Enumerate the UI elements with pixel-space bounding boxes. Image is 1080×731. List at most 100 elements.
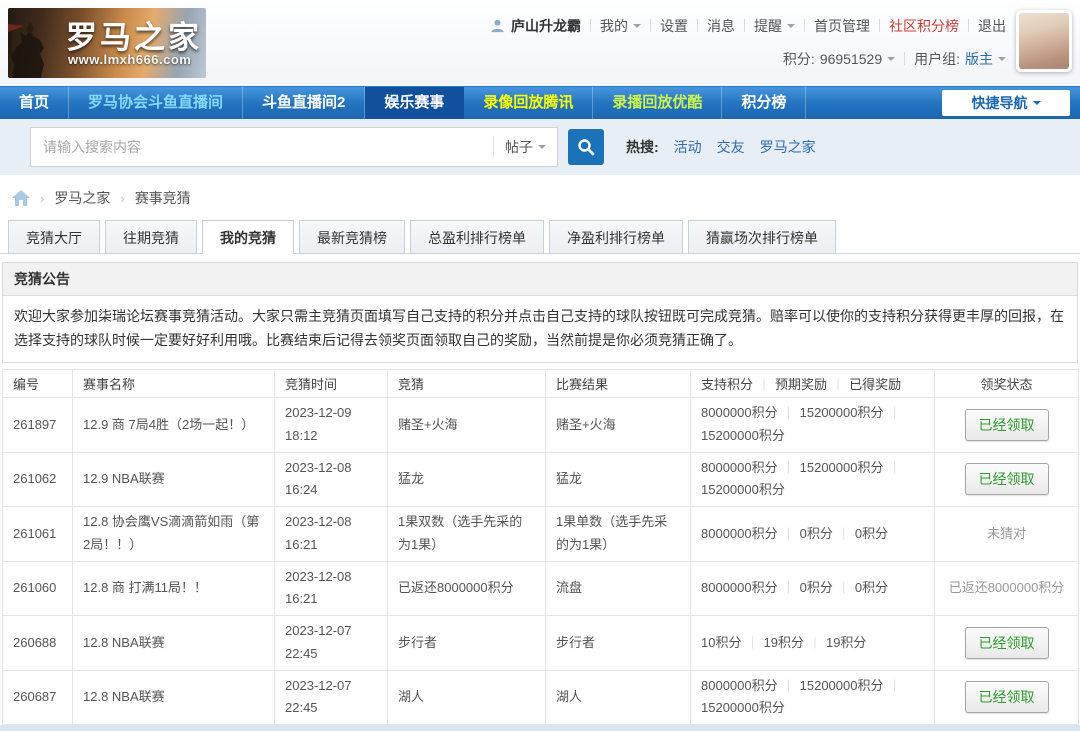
nav-item-entertainment-events[interactable]: 娱乐赛事 [365,87,465,119]
points-label: 积分: [782,50,815,67]
quick-nav-label: 快捷导航 [971,95,1028,111]
cell-status: 未猜对 [934,506,1079,562]
status-not-won: 未猜对 [986,525,1026,541]
tab-total-profit-rank[interactable]: 总盈利排行榜单 [410,220,544,254]
table-row: 261897 12.9 商 7局4胜（2场一起！） 2023-12-09 18:… [2,397,1079,453]
usergroup-value[interactable]: 版主 [965,49,993,69]
cell-time: 2023-12-07 22:45 [274,615,388,671]
cell-guess: 已返还8000000积分 [387,560,546,617]
col-header-id: 编号 [2,369,73,399]
nav-item-replay-youku[interactable]: 录播回放优酷 [593,87,723,119]
tab-past-guesses[interactable]: 往期竞猜 [105,220,197,254]
breadcrumb-current[interactable]: 赛事竞猜 [135,188,191,208]
cell-points: 8000000积分0积分0积分 [690,506,935,562]
menu-messages[interactable]: 消息 [707,16,735,36]
breadcrumb-site[interactable]: 罗马之家 [54,188,110,208]
cell-id: 261060 [2,560,73,617]
cell-result: 湖人 [545,669,691,726]
usergroup-label: 用户组: [914,50,960,67]
cell-status: 已返还8000000积分 [934,560,1079,617]
horse-rider-image [8,22,44,78]
cell-points: 8000000积分15200000积分15200000积分 [690,669,935,726]
home-icon[interactable] [12,190,30,206]
cell-time: 2023-12-09 18:12 [274,397,388,453]
chevron-down-icon [1032,101,1041,109]
col-header-points: 支持积分 预期奖励 已得奖励 [690,369,935,399]
hot-link-activity[interactable]: 活动 [674,137,702,157]
search-type-select[interactable]: 帖子 [493,136,557,158]
chevron-down-icon[interactable] [998,56,1006,65]
search-input[interactable] [31,128,493,166]
site-url: www.lmxh666.com [68,52,192,67]
chevron-down-icon[interactable] [887,56,896,65]
cell-result: 猛龙 [545,451,691,508]
cell-time: 2023-12-08 16:21 [274,560,388,617]
tab-bar: 竞猜大厅 往期竞猜 我的竞猜 最新竞猜榜 总盈利排行榜单 净盈利排行榜单 猜赢场… [0,220,1080,254]
table-header-row: 编号 赛事名称 竞猜时间 竞猜 比赛结果 支持积分 预期奖励 已得奖励 领奖状态 [2,369,1079,399]
nav-item-douyu-live-2[interactable]: 斗鱼直播间2 [243,87,366,119]
points-value: 96951529 [819,50,883,67]
cell-points: 10积分19积分19积分 [690,615,935,671]
menu-logout[interactable]: 退出 [978,16,1006,36]
cell-status: 已经领取 [934,451,1079,508]
cell-event: 12.9 商 7局4胜（2场一起！） [72,397,275,453]
menu-settings[interactable]: 设置 [660,16,688,36]
cell-points: 8000000积分15200000积分15200000积分 [690,397,935,453]
hot-link-friends[interactable]: 交友 [717,137,745,157]
cell-time: 2023-12-07 22:45 [274,669,388,726]
tab-wins-rank[interactable]: 猜赢场次排行榜单 [688,220,836,254]
cell-event: 12.8 协会鹰VS滴滴箭如雨（第2局！！） [72,506,275,562]
col-header-event: 赛事名称 [72,369,275,399]
claimed-button[interactable]: 已经领取 [964,681,1049,714]
menu-alerts[interactable]: 提醒 [754,16,782,36]
cell-event: 12.8 NBA联赛 [72,669,275,726]
username[interactable]: 庐山升龙霸 [511,16,581,36]
status-refunded: 已返还8000000积分 [948,580,1065,596]
nav-item-replay-tencent[interactable]: 录像回放腾讯 [464,87,594,119]
nav-item-home[interactable]: 首页 [0,87,70,119]
col-header-earned: 已得奖励 [849,377,902,393]
search-button[interactable] [568,129,604,165]
cell-id: 261062 [2,451,73,508]
next-section-edge [0,725,1080,731]
cell-result: 步行者 [545,615,691,671]
nav-item-points-leaderboard[interactable]: 积分榜 [722,87,807,119]
site-logo[interactable]: 罗马之家 www.lmxh666.com [8,8,206,78]
cell-result: 赌圣+火海 [545,397,691,453]
cell-guess: 1果双数（选手先采的为1果） [387,506,546,562]
col-header-result: 比赛结果 [545,369,691,399]
tab-net-profit-rank[interactable]: 净盈利排行榜单 [549,220,683,254]
quick-nav-button[interactable]: 快捷导航 [942,90,1070,116]
my-guesses-table: 编号 赛事名称 竞猜时间 竞猜 比赛结果 支持积分 预期奖励 已得奖励 领奖状态 2… [2,369,1079,726]
menu-home-admin[interactable]: 首页管理 [814,16,870,36]
table-row: 261060 12.8 商 打满11局！！ 2023-12-08 16:21 已… [2,560,1079,617]
table-row: 261062 12.9 NBA联赛 2023-12-08 16:24 猛龙 猛龙… [2,451,1079,508]
claimed-button[interactable]: 已经领取 [964,626,1049,659]
hot-link-home[interactable]: 罗马之家 [760,137,816,157]
cell-event: 12.9 NBA联赛 [72,451,275,508]
claimed-button[interactable]: 已经领取 [964,408,1049,441]
tab-my-guesses[interactable]: 我的竞猜 [202,220,294,254]
claimed-button[interactable]: 已经领取 [964,463,1049,496]
hot-search: 热搜: 活动 交友 罗马之家 [626,137,816,157]
cell-event: 12.8 商 打满11局！！ [72,560,275,617]
cell-status: 已经领取 [934,397,1079,453]
site-title: 罗马之家 [66,20,202,55]
cell-id: 261897 [2,397,73,453]
breadcrumb-separator-icon [40,191,44,206]
table-row: 261061 12.8 协会鹰VS滴滴箭如雨（第2局！！） 2023-12-08… [2,506,1079,562]
nav-item-assoc-douyu-live[interactable]: 罗马协会斗鱼直播间 [69,87,244,119]
user-avatar[interactable] [1016,10,1072,72]
tab-guess-hall[interactable]: 竞猜大厅 [8,220,100,254]
tab-latest-guess-rank[interactable]: 最新竞猜榜 [299,220,405,254]
menu-my[interactable]: 我的 [600,16,628,36]
cell-points: 8000000积分0积分0积分 [690,560,935,617]
user-stats-row: 积分: 96951529 用户组: 版主 [490,48,1006,69]
cell-time: 2023-12-08 16:24 [274,451,388,508]
user-icon [491,19,504,33]
announcement-panel: 竞猜公告 欢迎大家参加柒瑞论坛赛事竞猜活动。大家只需主竞猜页面填写自己支持的积分… [2,262,1078,364]
menu-community-rank[interactable]: 社区积分榜 [889,16,959,36]
cell-guess: 赌圣+火海 [387,397,546,453]
search-box: 帖子 [30,127,558,167]
chevron-down-icon [633,23,641,32]
